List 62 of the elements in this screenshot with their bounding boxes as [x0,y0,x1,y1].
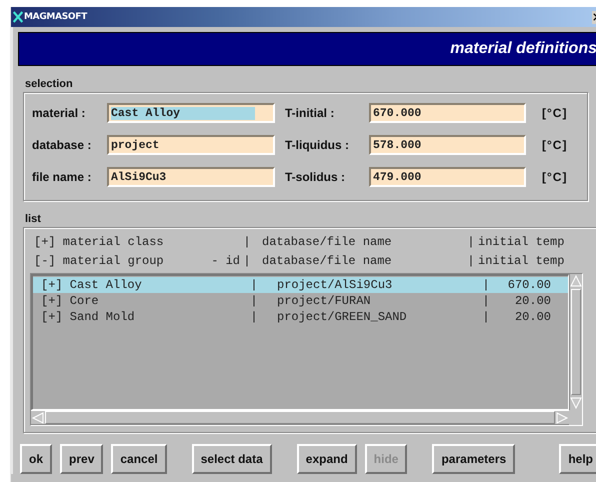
window-title: MAGMASOFT [24,12,87,22]
dialog-button[interactable]: cancel [111,444,167,474]
column-header: database/file name [261,234,393,248]
list-cell: [+] Cast Alloy [41,278,142,292]
list-cell-text: 20.00 [514,294,551,308]
dialog-button[interactable]: expand [296,444,357,474]
list-cell-text: 20.00 [514,310,551,324]
dialog-button[interactable]: prev [60,444,104,474]
column-separator: | [481,278,491,292]
column-separator: | [249,278,259,292]
unit-label: [°C] [542,138,568,152]
column-separator: | [481,294,491,308]
column-separator: | [466,234,476,248]
unit-label: [°C] [542,170,568,184]
column-header: [+] material class [34,234,164,248]
field-label: database : [31,138,92,152]
list-row[interactable]: [+] Sand Mold | project/GREEN_SAND | 20.00 [33,309,568,325]
column-header: database/file name [261,254,393,268]
horizontal-scrollbar[interactable] [31,410,569,425]
field-label: file name : [31,170,92,184]
column-separator: | [481,310,491,324]
section-label: selection [25,78,74,90]
column-separator: | [242,254,252,268]
text-field[interactable]: 670.000 [369,103,526,123]
dialog-button[interactable]: parameters [432,444,516,474]
column-header: initial temp [478,254,566,268]
dialog-title: material definitions [450,40,596,58]
list-cell: [+] Core [41,294,99,308]
text-field[interactable]: 479.000 [369,167,526,187]
list-cell-text: project/GREEN_SAND [276,310,408,324]
dialog-button[interactable]: ok [20,444,52,474]
list-cell-text: 670.00 [506,278,551,292]
column-separator: | [249,310,259,324]
list-row[interactable]: [+] Core | project/FURAN | 20.00 [33,293,568,309]
text-field[interactable]: project [107,135,275,155]
scroll-right-arrow-icon[interactable] [555,412,569,424]
field-label: T-solidus : [285,170,346,184]
list-row[interactable]: [+] Cast Alloy | project/AlSi9Cu3 | 670.00 [33,277,568,293]
field-label: T-initial : [285,106,336,120]
text-field[interactable]: AlSi9Cu3 [107,167,275,187]
column-header: [-] material group [34,254,164,268]
column-separator: | [249,294,259,308]
dialog-button[interactable]: select data [192,444,272,474]
field-label: material : [31,106,86,120]
list-cell: [+] Sand Mold [41,310,135,324]
vertical-scrollbar[interactable] [569,274,582,410]
section-label: list [25,213,42,225]
text-field[interactable]: 578.000 [369,135,526,155]
unit-label: [°C] [542,106,568,120]
text-field[interactable]: Cast Alloy [107,103,275,123]
column-separator: | [466,254,476,268]
scroll-left-arrow-icon[interactable] [31,412,45,424]
field-label: T-liquidus : [285,138,350,152]
list-cell-text: project/AlSi9Cu3 [276,278,394,292]
column-header: - id [211,254,240,268]
scroll-up-arrow-icon[interactable] [570,274,582,288]
x-logo-icon [13,10,23,24]
dialog-button[interactable]: help [559,444,596,474]
column-separator: | [242,234,252,248]
list-cell-text: project/FURAN [276,294,372,308]
scroll-down-arrow-icon[interactable] [570,396,582,410]
column-header: initial temp [478,234,566,248]
